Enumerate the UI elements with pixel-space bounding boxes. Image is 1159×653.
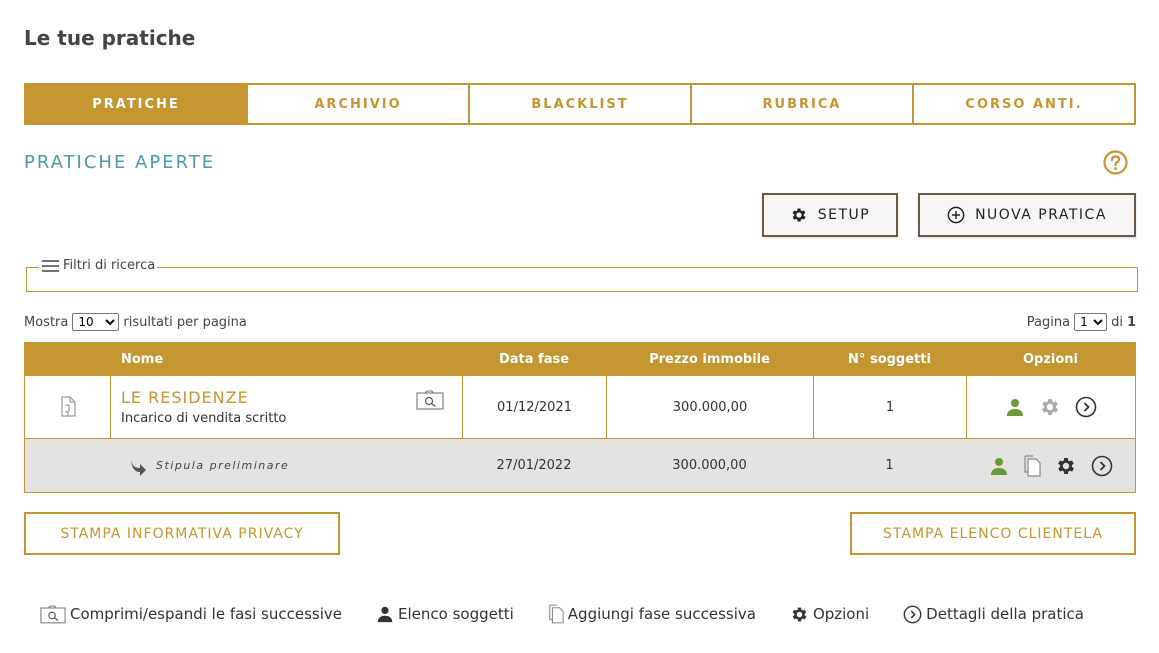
legend-add-phase-label: Aggiungi fase successiva xyxy=(567,605,756,623)
row-name-cell: LE RESIDENZE Incarico di vendita scritto xyxy=(110,376,462,438)
plus-circle-icon xyxy=(947,206,965,224)
tab-pratiche[interactable]: PRATICHE xyxy=(26,85,246,123)
page-select[interactable]: 1 xyxy=(1074,313,1108,331)
curved-arrow-icon xyxy=(131,456,146,476)
new-practice-label: NUOVA PRATICA xyxy=(975,207,1107,223)
tab-bar: PRATICHE ARCHIVIO BLACKLIST RUBRICA CORS… xyxy=(24,83,1136,125)
practice-name[interactable]: LE RESIDENZE xyxy=(121,388,249,407)
header-date[interactable]: Data fase xyxy=(462,352,606,367)
subjects-list-icon[interactable] xyxy=(989,456,1009,476)
search-filters: Filtri di ricerca xyxy=(26,258,1138,292)
document-icon xyxy=(60,396,76,417)
show-suffix: risultati per pagina xyxy=(123,314,247,330)
row-options xyxy=(966,376,1135,438)
filters-label: Filtri di ricerca xyxy=(63,258,156,273)
show-prefix: Mostra xyxy=(24,314,69,330)
subrow-price: 300.000,00 xyxy=(672,458,747,473)
add-phase-icon xyxy=(549,604,564,624)
tab-corso-anti[interactable]: CORSO ANTI. xyxy=(912,85,1134,123)
phase-label: Stipula preliminare xyxy=(156,459,290,472)
help-icon[interactable] xyxy=(1103,150,1128,175)
icon-legend: Comprimi/espandi le fasi successive Elen… xyxy=(40,604,1084,624)
chevron-right-circle-icon xyxy=(903,605,922,623)
gear-icon[interactable] xyxy=(1055,455,1077,477)
add-phase-icon[interactable] xyxy=(1023,454,1041,477)
tab-rubrica[interactable]: RUBRICA xyxy=(690,85,912,123)
page-of: di xyxy=(1111,314,1123,330)
subrow-icon-cell xyxy=(25,439,110,492)
legend-subjects-label: Elenco soggetti xyxy=(398,605,514,623)
setup-label: SETUP xyxy=(817,207,871,223)
legend-subjects: Elenco soggetti xyxy=(376,605,514,623)
pagination: Pagina 1 di 1 xyxy=(1027,313,1136,331)
setup-button[interactable]: SETUP xyxy=(762,193,898,237)
tab-blacklist[interactable]: BLACKLIST xyxy=(468,85,690,123)
legend-options-label: Opzioni xyxy=(812,605,870,623)
table-subrow: Stipula preliminare 27/01/2022 300.000,0… xyxy=(25,438,1135,492)
page-size-control: Mostra 10 risultati per pagina xyxy=(24,313,247,331)
header-subjects[interactable]: N° soggetti xyxy=(813,352,966,367)
row-subjects: 1 xyxy=(813,376,966,438)
chevron-right-circle-icon[interactable] xyxy=(1091,455,1113,477)
tab-archivio[interactable]: ARCHIVIO xyxy=(246,85,468,123)
practices-table: Nome Data fase Prezzo immobile N° sogget… xyxy=(24,342,1136,493)
chevron-right-circle-icon[interactable] xyxy=(1075,396,1097,418)
page-prefix: Pagina xyxy=(1026,314,1071,330)
page-title: Le tue pratiche xyxy=(24,26,196,50)
gear-icon xyxy=(792,607,807,621)
page-size-select[interactable]: 10 xyxy=(72,313,120,331)
table-row: LE RESIDENZE Incarico di vendita scritto… xyxy=(25,375,1135,438)
gear-icon xyxy=(792,208,806,222)
row-date: 01/12/2021 xyxy=(462,376,606,438)
subrow-date: 27/01/2022 xyxy=(496,458,572,473)
subjects-list-icon[interactable] xyxy=(1005,397,1025,417)
page-total: 1 xyxy=(1126,314,1136,330)
expand-toggle-icon[interactable] xyxy=(416,390,444,410)
expand-toggle-icon xyxy=(40,605,66,623)
row-icon-cell xyxy=(25,376,110,438)
section-title: PRATICHE APERTE xyxy=(24,152,216,173)
header-options: Opzioni xyxy=(1022,351,1079,367)
print-clients-button[interactable]: STAMPA ELENCO CLIENTELA xyxy=(850,512,1136,555)
subrow-subjects: 1 xyxy=(885,458,894,473)
menu-icon xyxy=(42,259,59,272)
legend-expand: Comprimi/espandi le fasi successive xyxy=(40,605,342,624)
legend-details-label: Dettagli della pratica xyxy=(926,605,1084,623)
header-name[interactable]: Nome xyxy=(110,352,462,367)
subrow-name-cell: Stipula preliminare xyxy=(110,439,462,492)
person-icon xyxy=(377,606,393,623)
print-privacy-button[interactable]: STAMPA INFORMATIVA PRIVACY xyxy=(24,512,340,555)
row-price: 300.000,00 xyxy=(606,376,813,438)
gear-icon[interactable] xyxy=(1039,396,1061,418)
practice-subtitle: Incarico di vendita scritto xyxy=(121,411,287,426)
header-price[interactable]: Prezzo immobile xyxy=(606,352,813,367)
legend-details: Dettagli della pratica xyxy=(903,605,1084,624)
new-practice-button[interactable]: NUOVA PRATICA xyxy=(918,193,1136,237)
legend-add-phase: Aggiungi fase successiva xyxy=(548,604,756,624)
subrow-options xyxy=(966,439,1135,492)
legend-expand-label: Comprimi/espandi le fasi successive xyxy=(70,605,343,623)
filters-toggle[interactable]: Filtri di ricerca xyxy=(39,258,158,273)
legend-options: Opzioni xyxy=(790,605,869,624)
table-header: Nome Data fase Prezzo immobile N° sogget… xyxy=(25,343,1135,375)
